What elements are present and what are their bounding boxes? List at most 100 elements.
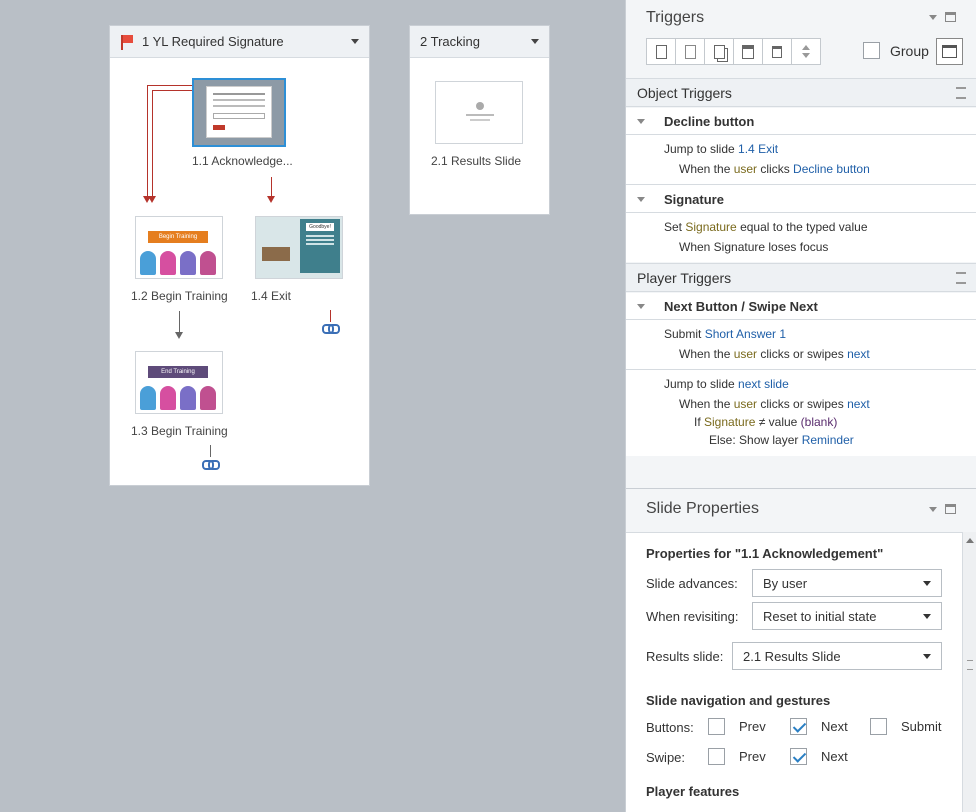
thumb-dialog [206,86,272,138]
triggers-window-controls [929,12,956,22]
start-flag-icon [120,34,134,50]
link-icon [322,323,340,334]
slide-thumb-1-3[interactable]: End Training [135,351,223,414]
restore-window-icon[interactable] [945,12,956,22]
trigger-group-signature[interactable]: Signature [664,192,724,207]
slide-label-1-4: 1.4 Exit [251,289,292,303]
trash-icon [772,45,782,58]
trigger-when-next-2: When the user clicks or swipes next [679,397,870,411]
properties-scrollbar[interactable] [962,532,976,812]
player-triggers-header[interactable]: Player Triggers [626,263,976,292]
paste-trigger-button[interactable] [733,38,763,65]
trigger-action-jump-next[interactable]: Jump to slide next slide [664,377,789,391]
divider [626,369,976,370]
arrow-down-icon [175,332,183,339]
trigger-when-next-1: When the user clicks or swipes next [679,347,870,361]
connector-line [179,311,180,333]
scroll-up-icon[interactable] [966,538,974,543]
slide-thumb-1-1[interactable] [192,78,286,147]
edit-icon [684,44,696,59]
scroll-grip-icon[interactable] [967,660,973,670]
move-down-icon [802,53,810,58]
collapse-icon[interactable] [956,272,966,284]
swipe-next-checkbox[interactable] [790,748,807,765]
divider [626,134,976,135]
properties-window-controls [929,504,956,514]
chevron-down-icon[interactable] [637,304,645,309]
buttons-next-label: Next [821,719,848,734]
slide-thumb-1-2[interactable]: Begin Training [135,216,223,279]
slide-advances-select[interactable]: By user [752,569,942,597]
chevron-down-icon[interactable] [531,39,539,44]
object-triggers-header[interactable]: Object Triggers [626,78,976,107]
when-revisiting-select[interactable]: Reset to initial state [752,602,942,630]
slide-advances-value: By user [763,576,808,591]
slide-advances-label: Slide advances: [646,576,738,591]
swipe-next-option[interactable]: Next [790,748,848,765]
buttons-submit-label: Submit [901,719,942,734]
restore-window-icon[interactable] [945,504,956,514]
copy-trigger-button[interactable] [704,38,734,65]
trigger-group-next[interactable]: Next Button / Swipe Next [664,299,818,314]
triggers-toolbar [646,38,821,65]
thumb-banner: End Training [148,366,208,378]
new-trigger-button[interactable] [646,38,676,65]
connector-line [330,310,331,322]
chevron-down-icon[interactable] [929,506,937,512]
player-triggers-label: Player Triggers [637,270,732,286]
chevron-down-icon[interactable] [637,197,645,202]
connector-line [152,90,153,199]
group-checkbox-row[interactable]: Group [863,42,929,59]
slide-label-1-3: 1.3 Begin Training [131,424,228,438]
slide-properties-panel: Slide Properties Properties for "1.1 Ack… [626,488,976,812]
slide-thumb-2-1[interactable] [435,81,523,144]
object-triggers-list [626,108,976,262]
trigger-else: Else: Show layer Reminder [709,433,854,447]
swipe-prev-label: Prev [739,749,766,764]
slide-thumb-1-4[interactable]: Goodbye! [255,216,343,279]
swipe-next-label: Next [821,749,848,764]
slide-label-1-2: 1.2 Begin Training [131,289,228,303]
buttons-prev-option[interactable]: Prev [708,718,766,735]
results-slide-select[interactable]: 2.1 Results Slide [732,642,942,670]
trigger-when-decline: When the user clicks Decline button [679,162,870,176]
chevron-down-icon[interactable] [351,39,359,44]
group-label: Group [890,42,929,59]
delete-trigger-button[interactable] [762,38,792,65]
chevron-down-icon[interactable] [637,119,645,124]
scene-1-header[interactable]: 1 YL Required Signature [110,26,369,58]
properties-heading: Properties for "1.1 Acknowledgement" [646,546,884,561]
connector-line [210,445,211,457]
group-checkbox[interactable] [863,42,880,59]
scene-2-header[interactable]: 2 Tracking [410,26,549,58]
buttons-submit-option[interactable]: Submit [870,718,941,735]
trigger-action-set-signature[interactable]: Set Signature equal to the typed value [664,220,868,234]
buttons-next-checkbox[interactable] [790,718,807,735]
buttons-prev-label: Prev [739,719,766,734]
move-up-icon [802,45,810,50]
trigger-action-submit[interactable]: Submit Short Answer 1 [664,327,786,341]
divider [626,212,976,213]
chevron-down-icon [923,614,931,619]
buttons-next-option[interactable]: Next [790,718,848,735]
results-icon [476,102,484,110]
variables-button[interactable] [936,38,963,65]
trigger-when-signature: When Signature loses focus [679,240,829,254]
reorder-trigger-button[interactable] [791,38,821,65]
thumb-panel: Goodbye! [300,219,340,273]
when-revisiting-value: Reset to initial state [763,609,877,624]
buttons-prev-checkbox[interactable] [708,718,725,735]
chevron-down-icon[interactable] [929,14,937,20]
buttons-submit-checkbox[interactable] [870,718,887,735]
slide-properties-title: Slide Properties [646,500,759,517]
connector-line [152,90,192,91]
object-triggers-label: Object Triggers [637,85,732,101]
thumb-desk [262,247,290,261]
navigation-heading: Slide navigation and gestures [646,693,831,708]
swipe-prev-option[interactable]: Prev [708,748,766,765]
edit-trigger-button[interactable] [675,38,705,65]
collapse-icon[interactable] [956,87,966,99]
trigger-group-decline[interactable]: Decline button [664,114,754,129]
trigger-action-jump-exit[interactable]: Jump to slide 1.4 Exit [664,142,778,156]
swipe-prev-checkbox[interactable] [708,748,725,765]
